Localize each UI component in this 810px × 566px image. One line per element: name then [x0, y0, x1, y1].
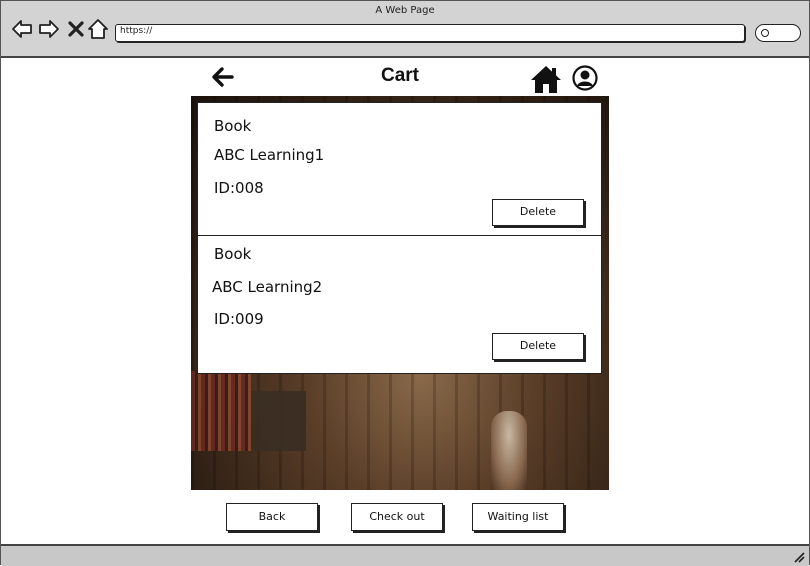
checkout-button[interactable]: Check out [351, 503, 443, 531]
browser-forward-icon[interactable] [38, 18, 60, 40]
url-bar[interactable]: https:// [115, 24, 745, 42]
bench-decoration [251, 391, 306, 451]
browser-back-icon[interactable] [11, 18, 33, 40]
cart-item-card: Book ABC Learning1 ID:008 Delete [197, 102, 602, 236]
bookshelf-decoration [191, 371, 251, 451]
home-icon[interactable] [530, 64, 562, 94]
browser-toolbar: A Web Page https:// [1, 1, 809, 58]
status-bar [1, 544, 809, 566]
item-name: ABC Learning1 [214, 146, 325, 164]
resize-grip-icon[interactable] [793, 551, 805, 563]
waiting-list-button[interactable]: Waiting list [472, 503, 564, 531]
item-name: ABC Learning2 [212, 278, 323, 296]
browser-search-field[interactable] [755, 24, 801, 42]
browser-home-icon[interactable] [87, 18, 109, 40]
item-id: ID:008 [214, 179, 264, 197]
search-icon [761, 29, 769, 37]
user-account-icon[interactable] [572, 65, 598, 91]
window-title: A Web Page [375, 5, 435, 16]
item-type: Book [214, 245, 252, 263]
page-header: Cart [191, 61, 609, 95]
url-text: https:// [120, 26, 153, 36]
newel-post-decoration [491, 411, 527, 490]
delete-button[interactable]: Delete [492, 199, 584, 226]
item-type: Book [214, 117, 252, 135]
browser-close-icon[interactable] [65, 18, 87, 40]
back-button[interactable]: Back [226, 503, 318, 531]
item-id: ID:009 [214, 310, 264, 328]
cart-item-card: Book ABC Learning2 ID:009 Delete [197, 235, 602, 374]
delete-button[interactable]: Delete [492, 333, 584, 360]
browser-window: A Web Page https:// Cart Book ABC Learni… [0, 0, 810, 566]
